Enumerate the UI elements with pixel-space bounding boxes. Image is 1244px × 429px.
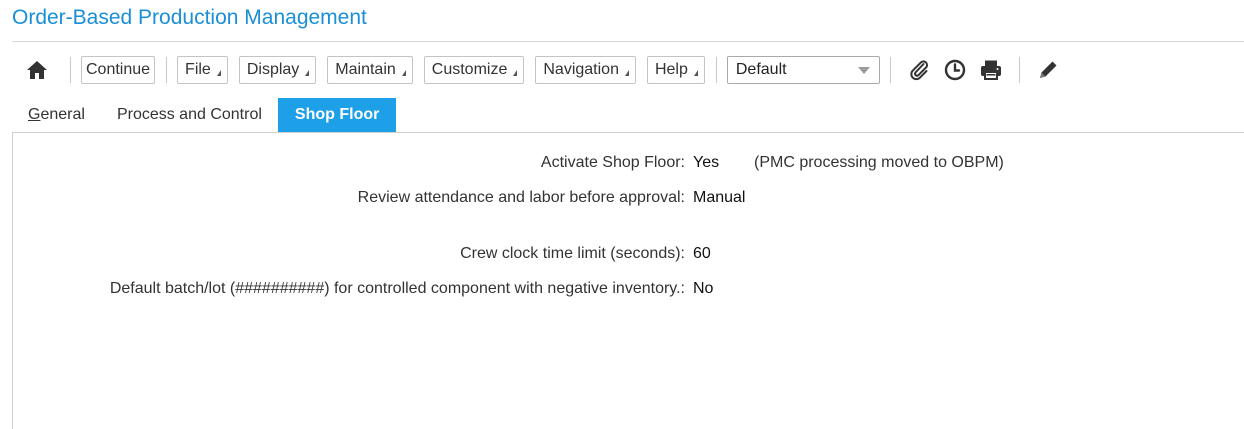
tab-general-mnemonic: G (28, 106, 41, 123)
crew-clock-label: Crew clock time limit (seconds): (460, 245, 685, 262)
activate-shop-floor-note: (PMC processing moved to OBPM) (754, 154, 1004, 171)
toolbar: Continue File Display Maintain Customize… (24, 54, 1066, 86)
clock-icon (944, 59, 966, 81)
view-select-value: Default (735, 61, 787, 78)
activate-shop-floor-value[interactable]: Yes (693, 154, 719, 172)
help-menu-label: Help (654, 61, 688, 78)
chevron-down-icon (857, 66, 870, 74)
tab-general-label: eneral (40, 106, 85, 123)
toolbar-divider (166, 57, 168, 83)
tab-general[interactable]: General (12, 98, 101, 132)
view-select[interactable]: Default (726, 56, 880, 84)
edit-button[interactable] (1033, 55, 1063, 85)
review-attendance-value[interactable]: Manual (693, 189, 745, 207)
activate-shop-floor-row: Activate Shop Floor: Yes (PMC processing… (13, 154, 1244, 176)
toolbar-divider (70, 57, 71, 83)
history-button[interactable] (940, 55, 970, 85)
continue-button[interactable]: Continue (81, 56, 156, 84)
default-batch-row: Default batch/lot (##########) for contr… (13, 280, 1244, 302)
tab-process-and-control[interactable]: Process and Control (101, 98, 278, 132)
tab-shop-floor[interactable]: Shop Floor (277, 98, 397, 132)
print-button[interactable] (976, 55, 1006, 85)
menu-caret-icon (305, 69, 310, 76)
toolbar-divider (1018, 57, 1020, 83)
toolbar-divider (889, 57, 891, 83)
activate-shop-floor-label: Activate Shop Floor: (540, 154, 685, 171)
menu-caret-icon (513, 69, 518, 76)
menu-caret-icon (624, 69, 629, 76)
shop-floor-panel: Activate Shop Floor: Yes (PMC processing… (12, 132, 1244, 429)
default-batch-value[interactable]: No (693, 280, 713, 298)
navigation-menu-label: Navigation (543, 61, 619, 78)
crew-clock-row: Crew clock time limit (seconds): 60 (13, 245, 1244, 267)
crew-clock-value[interactable]: 60 (693, 245, 711, 263)
pencil-icon (1039, 61, 1057, 78)
tab-process-label: Process and Control (116, 106, 262, 123)
menu-caret-icon (401, 69, 406, 76)
review-attendance-row: Review attendance and labor before appro… (13, 189, 1244, 211)
toolbar-divider (715, 57, 717, 83)
navigation-menu-button[interactable]: Navigation (535, 56, 636, 84)
home-icon[interactable] (24, 57, 50, 83)
file-menu-label: File (185, 61, 211, 78)
title-divider (12, 41, 1244, 42)
default-batch-label: Default batch/lot (##########) for contr… (109, 280, 685, 297)
maintain-menu-button[interactable]: Maintain (327, 56, 413, 84)
customize-menu-label: Customize (431, 61, 508, 78)
printer-icon (980, 60, 1001, 80)
help-menu-button[interactable]: Help (646, 56, 705, 84)
tab-bar: General Process and Control Shop Floor (12, 98, 397, 132)
maintain-menu-label: Maintain (335, 61, 396, 78)
review-attendance-label: Review attendance and labor before appro… (357, 189, 685, 206)
paperclip-icon (910, 60, 928, 81)
menu-caret-icon (693, 69, 698, 76)
tab-shop-floor-label: Shop Floor (294, 106, 380, 123)
menu-caret-icon (216, 69, 221, 76)
customize-menu-button[interactable]: Customize (423, 56, 525, 84)
display-menu-button[interactable]: Display (238, 56, 317, 84)
app-window: Order-Based Production Management Contin… (0, 0, 1244, 429)
page-title: Order-Based Production Management (12, 6, 367, 29)
attachment-button[interactable] (904, 55, 934, 85)
continue-button-label: Continue (86, 61, 151, 78)
display-menu-label: Display (246, 61, 300, 78)
file-menu-button[interactable]: File (177, 56, 228, 84)
